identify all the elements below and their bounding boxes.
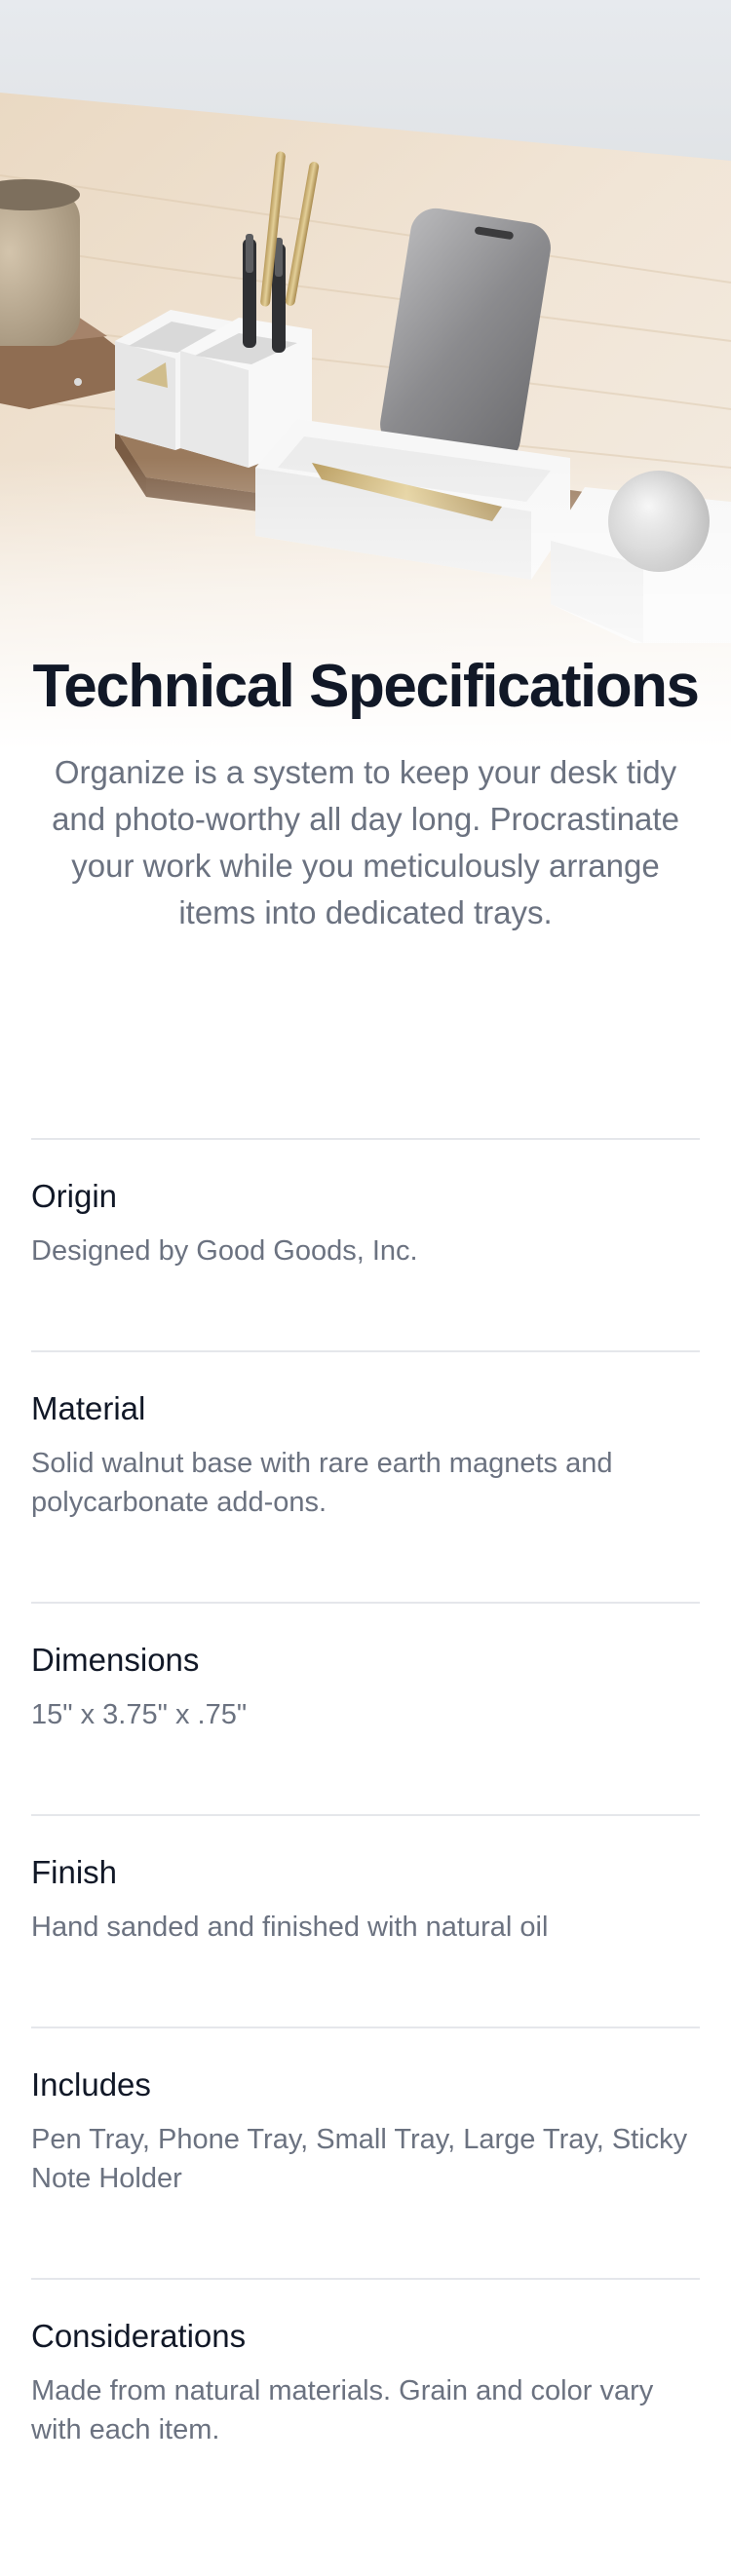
spec-item-includes: Includes Pen Tray, Phone Tray, Small Tra… <box>31 2027 700 2278</box>
spec-name: Considerations <box>31 2318 247 2354</box>
hero-image <box>0 0 731 750</box>
spec-item-material: Material Solid walnut base with rare ear… <box>31 1350 700 1602</box>
page-description: Organize is a system to keep your desk t… <box>52 754 679 930</box>
spec-name: Origin <box>31 1178 118 1214</box>
spec-name: Material <box>31 1390 146 1426</box>
spec-name: Dimensions <box>31 1642 200 1678</box>
spec-item-origin: Origin Designed by Good Goods, Inc. <box>31 1138 700 1350</box>
spec-item-considerations: Considerations Made from natural materia… <box>31 2278 700 2529</box>
spec-value: Pen Tray, Phone Tray, Small Tray, Large … <box>31 2124 688 2194</box>
spec-item-dimensions: Dimensions 15" x 3.75" x .75" <box>31 1602 700 1814</box>
desk-organizer-photo-icon <box>0 0 731 750</box>
intro-section: Technical Specifications Organize is a s… <box>31 651 700 936</box>
spec-value: 15" x 3.75" x .75" <box>31 1699 248 1730</box>
spec-value: Hand sanded and finished with natural oi… <box>31 1912 549 1943</box>
spec-name: Finish <box>31 1854 118 1890</box>
spec-value: Made from natural materials. Grain and c… <box>31 2375 654 2445</box>
spec-name: Includes <box>31 2066 151 2102</box>
page-title: Technical Specifications <box>32 653 700 720</box>
page: Technical Specifications Organize is a s… <box>0 0 731 2576</box>
spec-value: Designed by Good Goods, Inc. <box>31 1235 418 1267</box>
spec-value: Solid walnut base with rare earth magnet… <box>31 1448 613 1518</box>
spec-list: Origin Designed by Good Goods, Inc. Mate… <box>31 1138 700 2529</box>
spec-item-finish: Finish Hand sanded and finished with nat… <box>31 1814 700 2027</box>
